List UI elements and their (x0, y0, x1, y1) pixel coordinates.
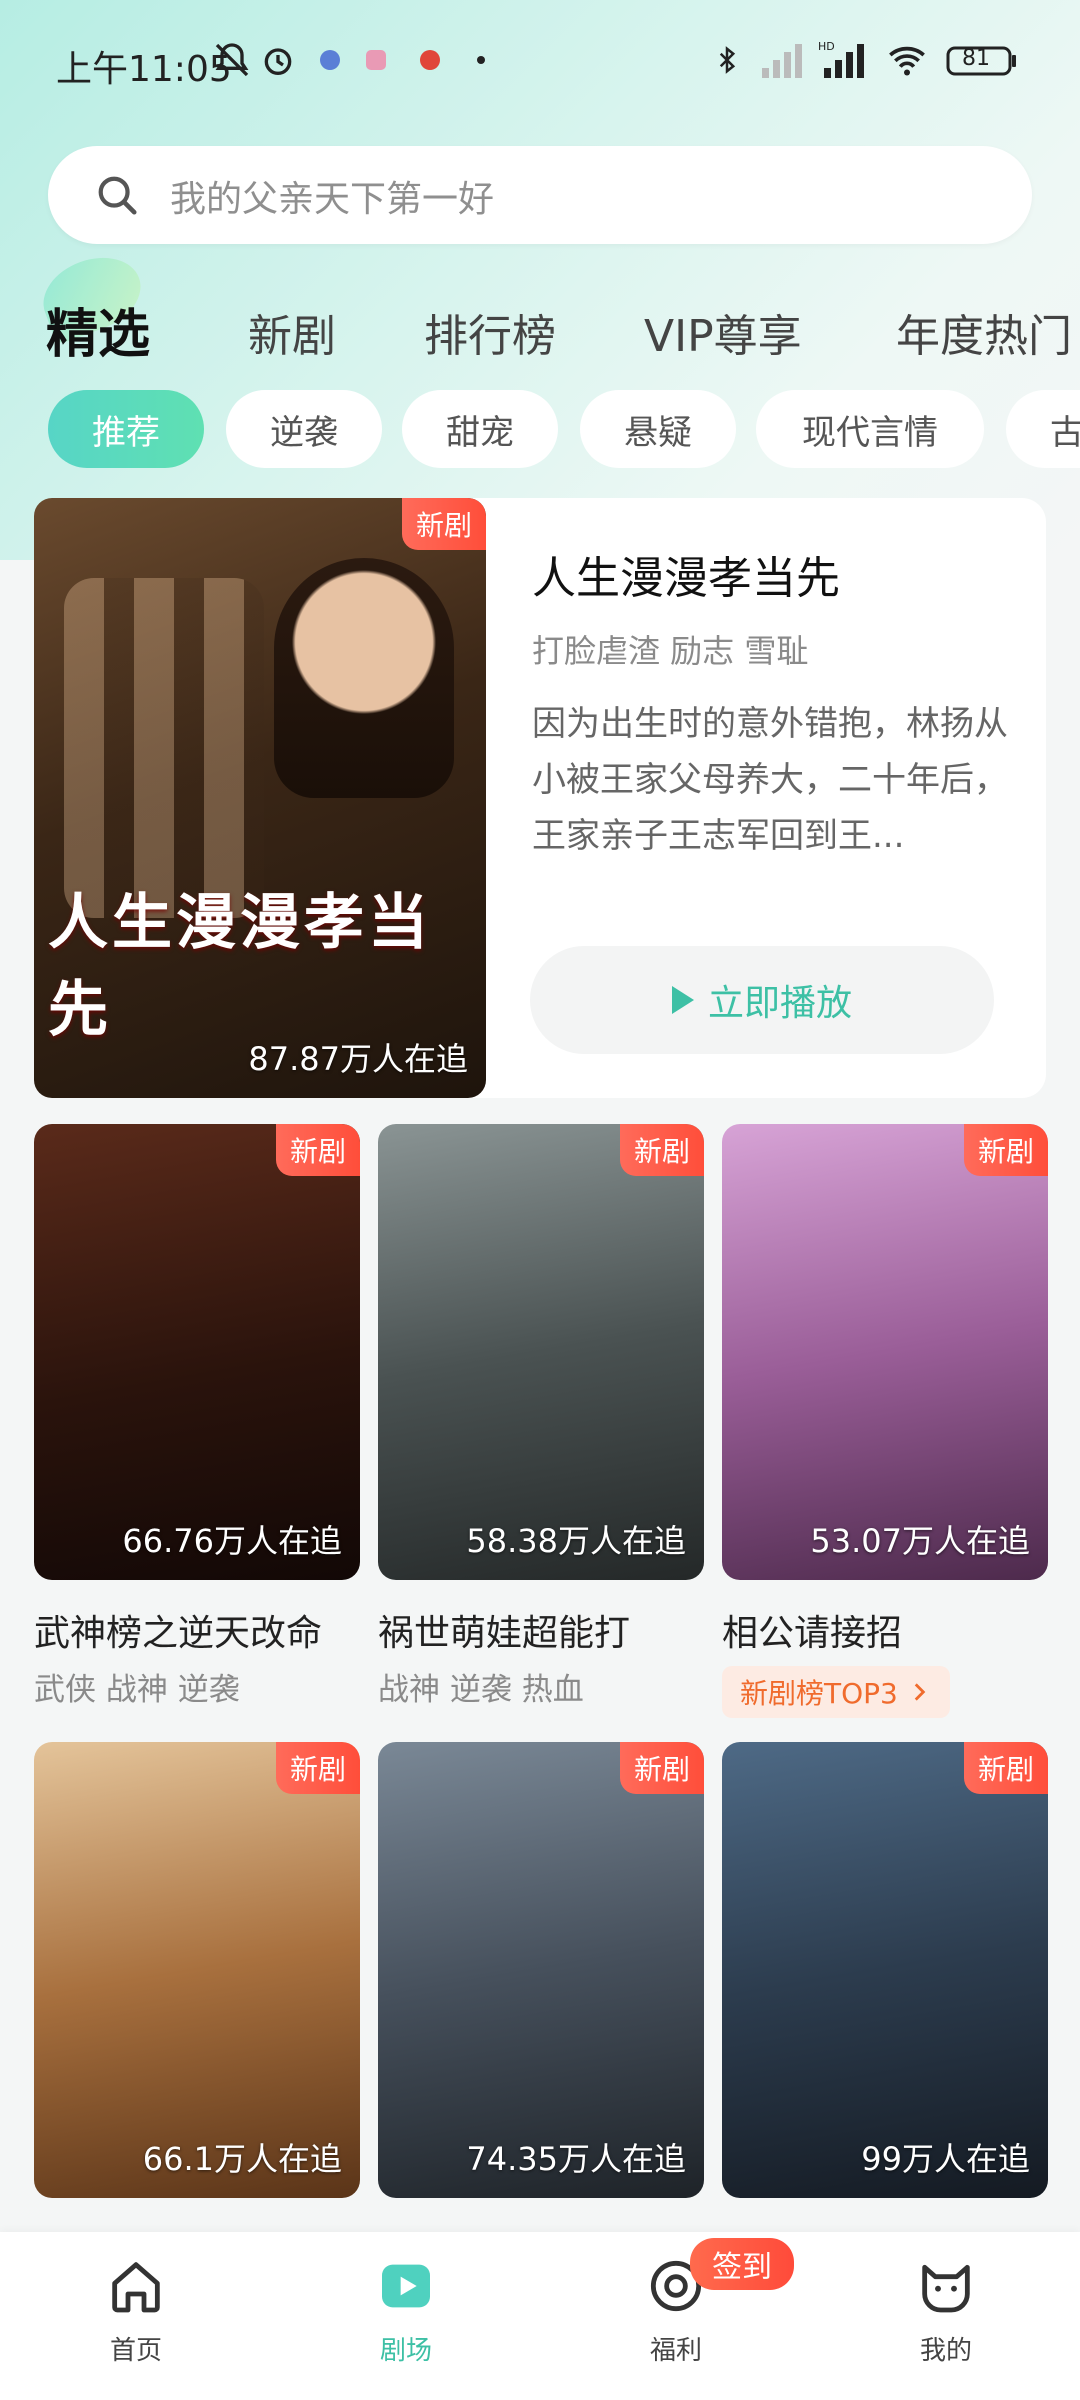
new-drama-badge: 新剧 (275, 1124, 360, 1176)
search-placeholder: 我的父亲天下第一好 (170, 179, 495, 220)
drama-card[interactable]: 新剧 66.76万人在追 武神榜之逆天改命 武侠 战神 逆袭 (34, 1124, 360, 1709)
drama-tags: 武侠 战神 逆袭 (34, 1672, 240, 1708)
drama-title: 相公请接招 (722, 1613, 903, 1654)
chip-comeback[interactable]: 逆袭 (226, 390, 382, 468)
bluetooth-icon (712, 40, 742, 80)
nav-mine[interactable]: 我的 (876, 2254, 1016, 2367)
tab-featured[interactable]: 精选 (46, 292, 150, 367)
new-drama-badge: 新剧 (963, 1124, 1048, 1176)
search-icon (94, 172, 140, 218)
play-theater-icon (382, 2264, 430, 2308)
ranking-chip[interactable]: 新剧榜TOP3 (722, 1666, 950, 1718)
signal-weak-icon (760, 40, 806, 80)
drama-poster[interactable]: 新剧 66.76万人在追 (34, 1124, 360, 1580)
new-drama-badge: 新剧 (275, 1742, 360, 1794)
search-bar[interactable]: 我的父亲天下第一好 (48, 146, 1032, 244)
chevron-right-icon (914, 1683, 926, 1701)
play-icon (671, 986, 694, 1014)
drama-tags: 战神 逆袭 热血 (378, 1672, 584, 1708)
category-tabs: 精选 新剧 排行榜 VIP尊享 年度热门 (0, 290, 1080, 380)
followers-count: 99万人在追 (861, 2140, 1030, 2178)
app-notification-icon (364, 40, 388, 80)
followers-count: 66.1万人在追 (142, 2140, 342, 2178)
drama-title: 武神榜之逆天改命 (34, 1613, 323, 1654)
status-bar: 上午11:05 HD 81 (0, 0, 1080, 120)
featured-tags: 打脸虐渣 励志 雪耻 (532, 632, 809, 670)
chip-ancient[interactable]: 古 (1006, 390, 1080, 468)
drama-card[interactable]: 新剧 58.38万人在追 祸世萌娃超能打 战神 逆袭 热血 (378, 1124, 704, 1709)
followers-count: 53.07万人在追 (810, 1522, 1030, 1560)
followers-count: 66.76万人在追 (122, 1522, 342, 1560)
featured-poster-title: 人生漫漫孝当先 (48, 888, 432, 1045)
featured-description: 因为出生时的意外错抱，林扬从小被王家父母养大，二十年后，王家亲子王志军回到王..… (532, 704, 1008, 856)
tab-vip[interactable]: VIP尊享 (644, 300, 802, 364)
mute-bell-icon (212, 40, 252, 80)
more-dot-icon (476, 40, 486, 80)
svg-text:HD: HD (818, 40, 835, 53)
drama-card[interactable]: 新剧 99万人在追 (722, 1742, 1048, 2198)
new-drama-badge: 新剧 (963, 1742, 1048, 1794)
ranking-label: 新剧榜TOP3 (740, 1677, 898, 1710)
new-drama-badge: 新剧 (619, 1742, 704, 1794)
drama-poster[interactable]: 新剧 66.1万人在追 (34, 1742, 360, 2198)
app-notification-icon (318, 40, 342, 80)
play-now-label: 立即播放 (707, 983, 852, 1024)
nav-mine-label: 我的 (919, 2336, 972, 2366)
drama-poster[interactable]: 新剧 53.07万人在追 (722, 1124, 1048, 1580)
nav-home-label: 首页 (109, 2336, 162, 2366)
new-drama-badge: 新剧 (401, 498, 486, 550)
poster-cast-artwork (64, 578, 264, 918)
nav-home[interactable]: 首页 (66, 2254, 206, 2367)
tab-new-dramas[interactable]: 新剧 (248, 300, 336, 364)
followers-count: 87.87万人在追 (248, 1040, 468, 1078)
featured-poster[interactable]: 人生漫漫孝当先 新剧 87.87万人在追 (34, 498, 486, 1098)
drama-card[interactable]: 新剧 53.07万人在追 相公请接招 新剧榜TOP3 (722, 1124, 1048, 1718)
status-time: 上午11:05 (56, 49, 232, 90)
wifi-icon (884, 40, 930, 80)
drama-poster[interactable]: 新剧 74.35万人在追 (378, 1742, 704, 2198)
drama-poster[interactable]: 新剧 99万人在追 (722, 1742, 1048, 2198)
app-notification-icon (418, 40, 442, 80)
drama-title: 祸世萌娃超能打 (378, 1613, 631, 1654)
nav-theater-label: 剧场 (379, 2336, 432, 2366)
tab-rankings[interactable]: 排行榜 (424, 300, 556, 364)
followers-count: 74.35万人在追 (466, 2140, 686, 2178)
chip-sweet-romance[interactable]: 甜宠 (402, 390, 558, 468)
drama-poster[interactable]: 新剧 58.38万人在追 (378, 1124, 704, 1580)
sign-in-badge[interactable]: 签到 (690, 2238, 794, 2290)
new-drama-badge: 新剧 (619, 1124, 704, 1176)
nav-welfare-label: 福利 (649, 2336, 702, 2366)
drama-card[interactable]: 新剧 74.35万人在追 (378, 1742, 704, 2198)
home-icon (112, 2262, 160, 2313)
bottom-navigation: 首页 剧场 福利 我的 (0, 2232, 1080, 2400)
chip-mystery[interactable]: 悬疑 (580, 390, 736, 468)
tab-annual-hot[interactable]: 年度热门 (896, 300, 1072, 364)
genre-chips: 推荐 逆袭 甜宠 悬疑 现代言情 古 (0, 390, 1080, 470)
poster-artwork (274, 558, 454, 798)
followers-count: 58.38万人在追 (466, 1522, 686, 1560)
cat-profile-icon (922, 2264, 970, 2313)
drama-card[interactable]: 新剧 66.1万人在追 (34, 1742, 360, 2198)
featured-drama-card[interactable]: 人生漫漫孝当先 新剧 87.87万人在追 人生漫漫孝当先 打脸虐渣 励志 雪耻 … (34, 498, 1046, 1098)
nav-theater[interactable]: 剧场 (336, 2254, 476, 2367)
alarm-icon (258, 40, 298, 80)
battery-icon: 81 (946, 40, 1018, 80)
battery-level: 81 (962, 46, 990, 71)
featured-title: 人生漫漫孝当先 (532, 553, 840, 604)
chip-modern-romance[interactable]: 现代言情 (756, 390, 984, 468)
signal-hd-icon: HD (818, 40, 868, 80)
chip-recommended[interactable]: 推荐 (48, 390, 204, 468)
play-now-button[interactable]: 立即播放 (530, 946, 994, 1054)
